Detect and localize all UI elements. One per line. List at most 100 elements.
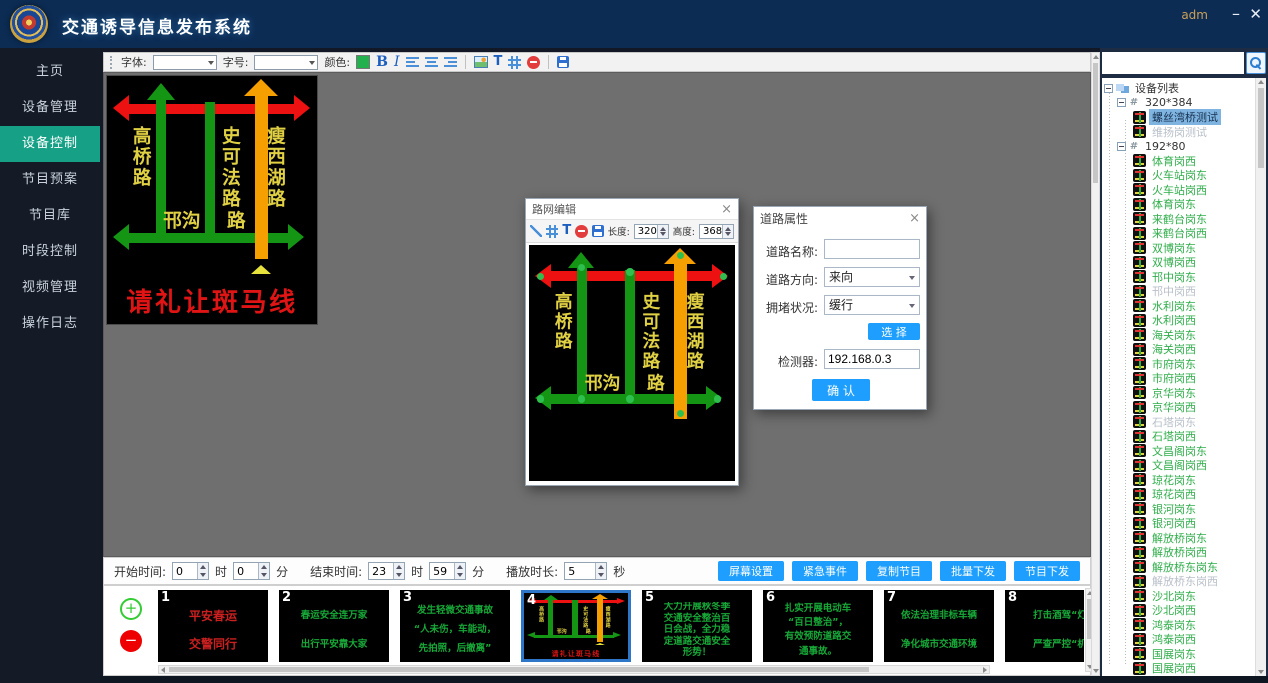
sidebar-item-program-library[interactable]: 节目库	[0, 198, 100, 234]
strip-horizontal-scrollbar[interactable]	[158, 665, 990, 674]
tree-device-item[interactable]: 琼花岗西	[1102, 487, 1254, 502]
tree-device-item[interactable]: 火车站岗西	[1102, 183, 1254, 198]
batch-dispatch-button[interactable]: 批量下发	[940, 561, 1006, 581]
tree-device-item[interactable]: 沙北岗东	[1102, 589, 1254, 604]
control-point-dot[interactable]	[714, 395, 721, 402]
scroll-left-icon[interactable]	[161, 667, 165, 673]
spinner-buttons[interactable]	[722, 225, 733, 238]
tree-device-item[interactable]: 维扬岗测试	[1102, 125, 1254, 140]
tree-device-item[interactable]: 琼花岗东	[1102, 473, 1254, 488]
tree-device-item[interactable]: 来鹤台岗东	[1102, 212, 1254, 227]
tree-device-item[interactable]: 双博岗西	[1102, 255, 1254, 270]
tree-device-item[interactable]: 国展岗东	[1102, 647, 1254, 662]
spin-down-icon[interactable]	[596, 571, 606, 579]
program-thumbnail-4[interactable]: 高桥路史可法路瘦西湖路邗沟路请礼让斑马线4	[521, 590, 631, 662]
insert-image-icon[interactable]	[474, 56, 488, 68]
sidebar-item-period-control[interactable]: 时段控制	[0, 234, 100, 270]
sidebar-item-home[interactable]: 主页	[0, 54, 100, 90]
scroll-up-icon[interactable]	[1258, 80, 1264, 84]
spin-down-icon[interactable]	[455, 571, 465, 579]
tree-device-item[interactable]: 体育岗东	[1102, 197, 1254, 212]
spinner-buttons[interactable]	[393, 563, 404, 579]
tree-device-item[interactable]: 京华岗东	[1102, 386, 1254, 401]
tree-device-item[interactable]: 鸿泰岗东	[1102, 618, 1254, 633]
save-icon[interactable]	[557, 56, 569, 68]
roadnet-edit-canvas[interactable]: 高桥路史可法路瘦西湖路邗沟路	[529, 245, 735, 481]
program-thumbnail-5[interactable]: 大力开展秋冬季交通安全整治百日会战，全力稳定道路交通安全形势！5	[642, 590, 752, 662]
tree-root-row[interactable]: 设备列表	[1102, 81, 1254, 96]
congestion-select[interactable]: 缓行	[824, 295, 920, 315]
spin-down-icon[interactable]	[259, 571, 269, 579]
spinner-buttons[interactable]	[595, 563, 606, 579]
roadnet-close-icon[interactable]: ×	[721, 203, 732, 216]
select-detector-button[interactable]: 选 择	[868, 323, 920, 340]
close-window-button[interactable]: ✕	[1249, 5, 1262, 23]
tree-device-item[interactable]: 火车站岗东	[1102, 168, 1254, 183]
scrollbar-thumb[interactable]	[169, 667, 869, 672]
scrollbar-thumb[interactable]	[1258, 88, 1264, 168]
tree-device-item[interactable]: 解放桥东岗西	[1102, 574, 1254, 589]
tree-device-item[interactable]: 沙北岗西	[1102, 603, 1254, 618]
save-roadnet-icon[interactable]	[592, 225, 604, 237]
height-input[interactable]	[700, 225, 722, 238]
user-name[interactable]: adm	[1181, 8, 1208, 22]
spin-up-icon[interactable]	[394, 563, 404, 571]
tree-device-item[interactable]: 石塔岗东	[1102, 415, 1254, 430]
minimize-button[interactable]: –	[1232, 4, 1240, 23]
start-hour-input[interactable]	[173, 563, 197, 579]
tree-device-item[interactable]: 海关岗西	[1102, 342, 1254, 357]
sidebar-item-operation-log[interactable]: 操作日志	[0, 306, 100, 342]
tree-device-item[interactable]: 体育岗西	[1102, 154, 1254, 169]
delete-road-icon[interactable]	[575, 225, 588, 238]
program-thumbnail-6[interactable]: 扎实开展电动车“百日整治”，有效预防道路交通事故。6	[763, 590, 873, 662]
tree-device-item[interactable]: 文昌阁岗西	[1102, 458, 1254, 473]
tree-device-item[interactable]: 邗中岗西	[1102, 284, 1254, 299]
program-thumbnail-1[interactable]: 平安春运交警同行1	[158, 590, 268, 662]
tree-device-item[interactable]: 银河岗西	[1102, 516, 1254, 531]
align-left-icon[interactable]	[406, 56, 419, 68]
tree-device-item[interactable]: 双博岗东	[1102, 241, 1254, 256]
start-minute-input[interactable]	[234, 563, 258, 579]
end-minute-input[interactable]	[430, 563, 454, 579]
tree-expander-icon[interactable]	[1117, 98, 1126, 107]
program-thumbnail-3[interactable]: 发生轻微交通事故“人未伤，车能动，先拍照，后撤离”3	[400, 590, 510, 662]
program-dispatch-button[interactable]: 节目下发	[1014, 561, 1080, 581]
tree-device-item[interactable]: 市府岗西	[1102, 371, 1254, 386]
scroll-up-icon[interactable]	[1093, 55, 1099, 59]
tree-group-192x80[interactable]: #192*80	[1102, 139, 1254, 154]
text-tool-icon[interactable]: T	[562, 224, 571, 238]
tree-device-item[interactable]: 解放桥岗西	[1102, 545, 1254, 560]
font-select[interactable]	[153, 55, 217, 70]
sign-preview-canvas[interactable]: 高桥路史可法路瘦西湖路邗沟路请礼让斑马线	[106, 75, 318, 325]
add-program-button[interactable]: +	[120, 598, 142, 620]
tree-device-item[interactable]: 银河岗东	[1102, 502, 1254, 517]
italic-button[interactable]: I	[394, 55, 400, 69]
delete-icon[interactable]	[527, 56, 540, 69]
align-right-icon[interactable]	[444, 56, 457, 68]
detector-input[interactable]	[824, 349, 920, 369]
spin-up-icon[interactable]	[198, 563, 208, 571]
control-point-dot[interactable]	[626, 395, 633, 402]
tree-device-item[interactable]: 市府岗东	[1102, 357, 1254, 372]
length-input[interactable]	[635, 225, 657, 238]
scroll-down-icon[interactable]	[1093, 669, 1099, 673]
align-center-icon[interactable]	[425, 56, 438, 68]
tree-device-item[interactable]: 文昌阁岗东	[1102, 444, 1254, 459]
spin-down-icon[interactable]	[394, 571, 404, 579]
tree-device-item[interactable]: 来鹤台岗西	[1102, 226, 1254, 241]
tree-device-item[interactable]: 海关岗东	[1102, 328, 1254, 343]
sidebar-item-video-management[interactable]: 视频管理	[0, 270, 100, 306]
copy-program-button[interactable]: 复制节目	[866, 561, 932, 581]
draw-road-icon[interactable]	[530, 225, 542, 237]
spin-down-icon[interactable]	[198, 571, 208, 579]
spin-down-icon[interactable]	[723, 231, 733, 238]
color-swatch[interactable]	[356, 55, 370, 69]
sidebar-item-program-plan[interactable]: 节目预案	[0, 162, 100, 198]
spin-up-icon[interactable]	[455, 563, 465, 571]
spinner-buttons[interactable]	[258, 563, 269, 579]
control-point-dot[interactable]	[537, 395, 544, 402]
tree-device-item[interactable]: 鸿泰岗西	[1102, 632, 1254, 647]
road-network-icon[interactable]	[508, 56, 521, 69]
program-thumbnail-2[interactable]: 春运安全连万家出行平安靠大家2	[279, 590, 389, 662]
bold-button[interactable]: B	[376, 55, 388, 69]
